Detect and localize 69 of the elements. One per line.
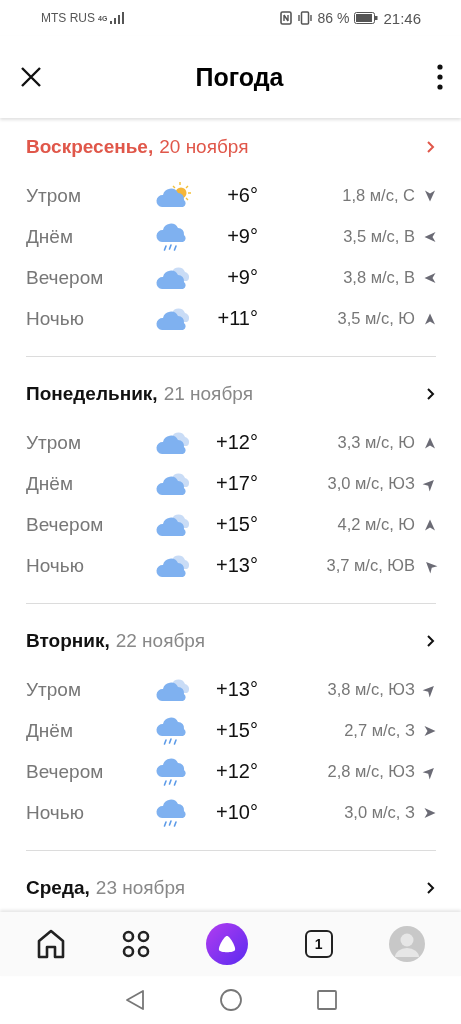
chevron-icon: [426, 387, 436, 401]
period-label: Днём: [26, 472, 74, 495]
wind-speed: 4,2 м/с, Ю: [336, 515, 415, 534]
signal-icon: [110, 12, 125, 24]
services-button[interactable]: [122, 930, 151, 958]
wind-speed: 3,5 м/с, Ю: [336, 309, 415, 328]
wind-speed: 3,7 м/с, ЮВ: [325, 556, 415, 575]
wind-speed: 2,8 м/с, ЮЗ: [326, 762, 415, 781]
wind-speed: 3,5 м/с, В: [342, 227, 415, 246]
carrier-name: MTS RUS: [41, 11, 95, 25]
period-label: Вечером: [26, 266, 105, 289]
day-header[interactable]: Воскресенье, 20 ноября: [26, 127, 436, 167]
temperature: +9°: [226, 225, 258, 248]
period-label: Утром: [26, 678, 82, 701]
temperature: +15°: [215, 513, 258, 536]
day-header[interactable]: Вторник, 22 ноября: [26, 621, 436, 661]
wind-speed: 3,8 м/с, ЮЗ: [326, 680, 415, 699]
period-label: Вечером: [26, 513, 105, 536]
period-label: Вечером: [26, 760, 105, 783]
wind-arrow-icon: [424, 518, 436, 531]
battery-icon: [354, 12, 379, 24]
chevron-icon: [426, 634, 436, 648]
period-label: Ночью: [26, 554, 85, 577]
day-header[interactable]: Понедельник, 21 ноября: [26, 374, 436, 414]
temperature: +12°: [215, 760, 258, 783]
home-button[interactable]: [36, 928, 67, 960]
temperature: +11°: [216, 307, 258, 330]
temperature: +10°: [215, 801, 258, 824]
temperature: +13°: [215, 678, 258, 701]
close-button[interactable]: [20, 66, 42, 88]
recents-button[interactable]: [316, 990, 337, 1010]
period-label: Днём: [26, 719, 74, 742]
wind-speed: 3,3 м/с, Ю: [336, 433, 415, 452]
temperature: +12°: [215, 431, 258, 454]
temperature: +15°: [215, 719, 258, 742]
wind-arrow-icon: [424, 230, 436, 243]
period-label: Днём: [26, 225, 74, 248]
period-label: Утром: [26, 184, 82, 207]
page-title: Погода: [195, 62, 284, 92]
battery-percent: 86 %: [317, 10, 350, 26]
wind-arrow-icon: [424, 189, 436, 202]
assistant-icon: [217, 935, 238, 953]
more-button[interactable]: [437, 64, 443, 90]
wind-arrow-icon: [424, 436, 436, 449]
back-button[interactable]: [124, 989, 145, 1011]
nfc-icon: [279, 11, 292, 25]
day-header[interactable]: Среда, 23 ноября: [26, 868, 436, 908]
wind-speed: 3,0 м/с, З: [343, 803, 415, 822]
chevron-icon: [426, 881, 436, 895]
assistant-button[interactable]: [206, 923, 249, 965]
temperature: +17°: [215, 472, 258, 495]
temperature: +9°: [226, 266, 258, 289]
wind-arrow-icon: [424, 312, 436, 325]
wind-arrow-icon: [424, 806, 436, 819]
wind-speed: 1,8 м/с, С: [341, 186, 415, 205]
wind-arrow-icon: [424, 724, 436, 737]
wind-arrow-icon: [424, 271, 436, 284]
period-label: Ночью: [26, 307, 85, 330]
vibrate-icon: [296, 11, 313, 25]
temperature: +13°: [215, 554, 258, 577]
chevron-icon: [426, 140, 436, 154]
wind-speed: 2,7 м/с, З: [343, 721, 415, 740]
wind-speed: 3,8 м/с, В: [342, 268, 415, 287]
period-label: Ночью: [26, 801, 85, 824]
temperature: +6°: [226, 184, 258, 207]
period-label: Утром: [26, 431, 82, 454]
clock-time: 21:46: [383, 9, 421, 27]
wind-speed: 3,0 м/с, ЮЗ: [326, 474, 415, 493]
tabs-button[interactable]: 1: [304, 930, 333, 958]
